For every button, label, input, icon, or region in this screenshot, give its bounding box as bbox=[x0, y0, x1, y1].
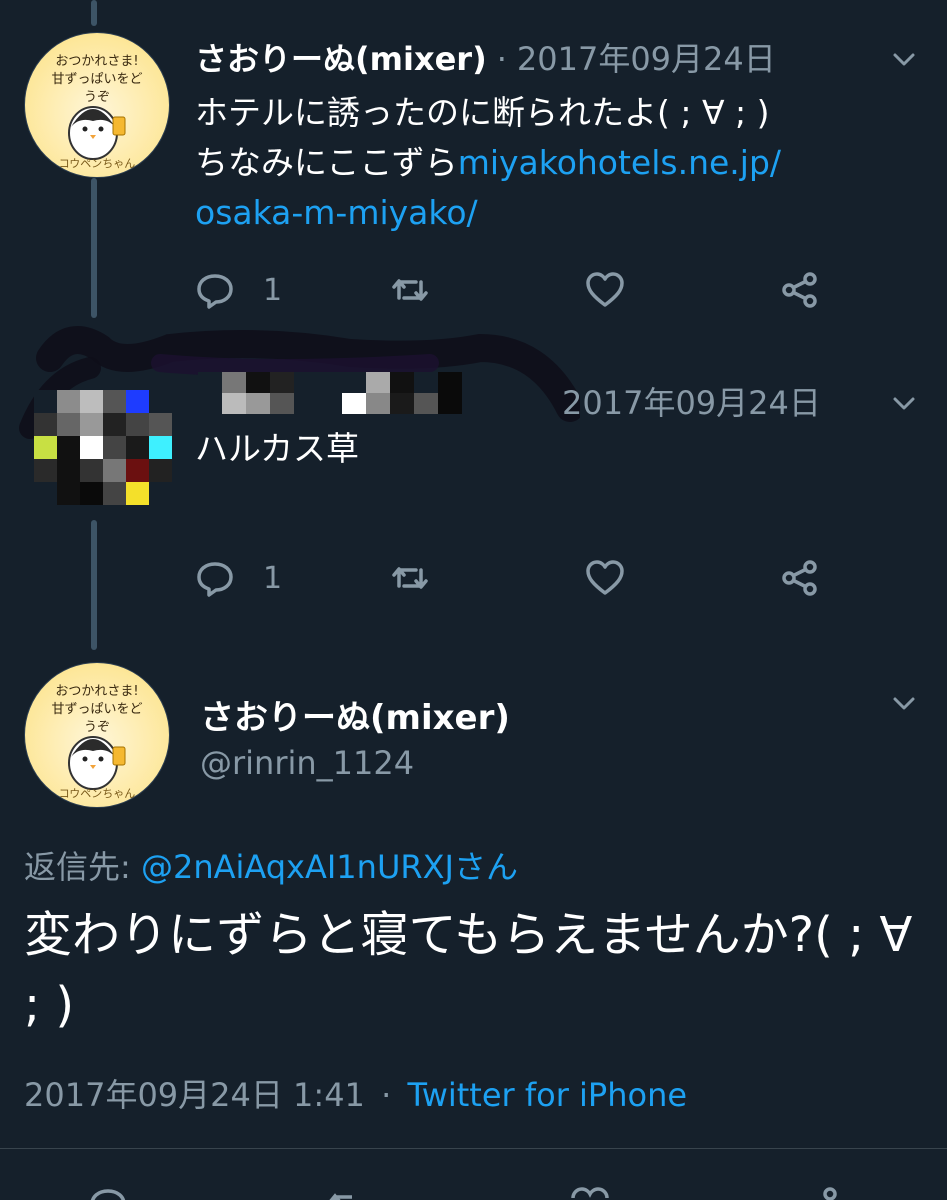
chevron-down-icon[interactable] bbox=[891, 690, 917, 716]
reply-count: 1 bbox=[263, 560, 283, 596]
tweet-text: 変わりにずらと寝てもらえませんか?( ; ∀ ; ) bbox=[24, 907, 913, 1033]
like-icon[interactable] bbox=[570, 1185, 610, 1200]
name-pixelated bbox=[198, 372, 488, 414]
separator-dot: · bbox=[496, 40, 507, 78]
tweet-actions-partial bbox=[0, 1185, 947, 1200]
share-button[interactable] bbox=[780, 270, 820, 310]
tweet-timestamp[interactable]: 2017年09月24日 1:41 bbox=[24, 1076, 365, 1114]
tweet-text: ハルカス草 bbox=[195, 429, 360, 468]
like-icon bbox=[586, 272, 624, 307]
chevron-down-icon[interactable] bbox=[891, 46, 917, 72]
tweet-text-prefix: ちなみにここずら bbox=[195, 143, 458, 182]
separator-dot: · bbox=[381, 1076, 392, 1114]
reply-icon bbox=[197, 562, 233, 597]
retweet-icon bbox=[392, 567, 428, 589]
reply-to-mention[interactable]: @2nAiAqxAI1nURXJさん bbox=[141, 848, 518, 886]
reply-button[interactable]: 1 bbox=[195, 270, 282, 310]
tweet-date[interactable]: 2017年09月24日 bbox=[517, 34, 776, 80]
tweet-focused: おつかれさま! 甘ずっぱいをどうぞ コウペンちゃん さおりーぬ(mixer) @… bbox=[0, 650, 947, 1200]
avatar-pixelated[interactable] bbox=[34, 390, 172, 505]
share-icon bbox=[782, 272, 817, 308]
avatar-footer: コウペンちゃん bbox=[58, 157, 136, 170]
hotel-link-continued[interactable]: osaka-m-miyako/ bbox=[195, 188, 781, 238]
reply-context: 返信先: @2nAiAqxAI1nURXJさん bbox=[24, 842, 518, 888]
avatar[interactable]: おつかれさま! 甘ずっぱいをどうぞ コウペンちゃん bbox=[24, 662, 170, 808]
tweet-actions: 1 bbox=[195, 558, 845, 598]
reply-label: 返信先: bbox=[24, 848, 141, 886]
like-icon bbox=[586, 560, 624, 595]
retweet-button[interactable] bbox=[390, 558, 430, 598]
display-name[interactable]: さおりーぬ(mixer) bbox=[195, 34, 487, 80]
display-name[interactable]: さおりーぬ(mixer) bbox=[200, 690, 510, 739]
share-button[interactable] bbox=[780, 558, 820, 598]
tweet-actions: 1 bbox=[195, 270, 845, 310]
tweet-1[interactable]: おつかれさま! 甘ずっぱいをどうぞ コウペンちゃん さおりーぬ(mixer) ·… bbox=[0, 0, 947, 330]
like-button[interactable] bbox=[585, 558, 625, 598]
user-handle[interactable]: @rinrin_1124 bbox=[200, 744, 414, 782]
avatar-footer: コウペンちゃん bbox=[58, 787, 136, 800]
retweet-icon bbox=[392, 279, 428, 301]
reply-icon[interactable] bbox=[88, 1185, 128, 1200]
chevron-down-icon[interactable] bbox=[891, 390, 917, 416]
reply-icon bbox=[197, 274, 233, 309]
hotel-link[interactable]: miyakohotels.ne.jp/ bbox=[458, 143, 781, 182]
retweet-icon[interactable] bbox=[326, 1185, 366, 1200]
tweet-text-line: ホテルに誘ったのに断られたよ( ; ∀ ; ) bbox=[195, 93, 770, 132]
retweet-button[interactable] bbox=[390, 270, 430, 310]
tweet-header: さおりーぬ(mixer) · 2017年09月24日 bbox=[195, 34, 776, 80]
tweet-source[interactable]: Twitter for iPhone bbox=[407, 1076, 687, 1114]
tweet-text: ホテルに誘ったのに断られたよ( ; ∀ ; ) ちなみにここずらmiyakoho… bbox=[195, 88, 781, 238]
share-icon[interactable] bbox=[800, 1185, 840, 1200]
tweet-date[interactable]: 2017年09月24日 bbox=[562, 378, 821, 424]
reply-count: 1 bbox=[263, 272, 283, 308]
reply-button[interactable]: 1 bbox=[195, 558, 282, 598]
tweet-timestamp-row: 2017年09月24日 1:41 · Twitter for iPhone bbox=[24, 1070, 687, 1116]
like-button[interactable] bbox=[585, 270, 625, 310]
divider bbox=[0, 1148, 947, 1149]
share-icon bbox=[782, 560, 817, 596]
tweet-2[interactable]: 2017年09月24日 ハルカス草 1 bbox=[0, 318, 947, 638]
tweet-text-line: ちなみにここずらmiyakohotels.ne.jp/ bbox=[195, 138, 781, 188]
avatar[interactable]: おつかれさま! 甘ずっぱいをどうぞ コウペンちゃん bbox=[24, 32, 170, 178]
